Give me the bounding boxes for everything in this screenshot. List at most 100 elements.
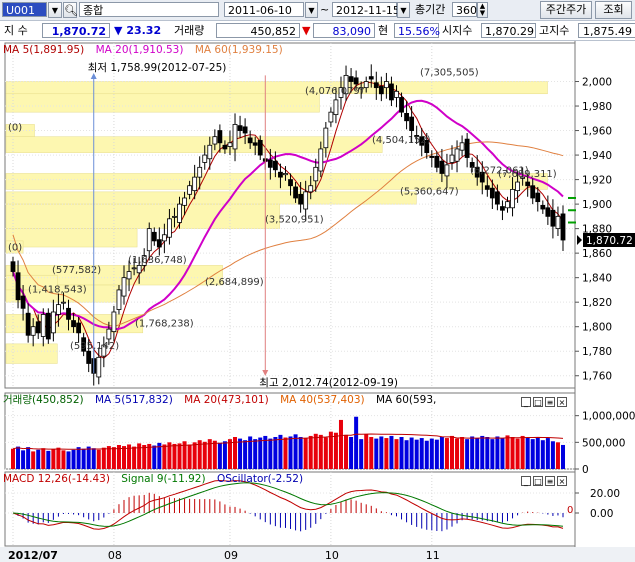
volume-bar: [561, 444, 565, 469]
volume-bar: [61, 450, 66, 469]
legend-volume: 거래량(450,852): [3, 394, 84, 406]
volume-value: 450,852: [216, 23, 300, 38]
index-name-field[interactable]: 종합: [79, 2, 219, 17]
volume-bar: [56, 447, 61, 469]
volume-bar: [152, 445, 157, 469]
volume-bar: [212, 440, 217, 469]
query-button[interactable]: 조회: [595, 1, 632, 19]
candle-body: [500, 206, 505, 211]
candle-body: [308, 185, 314, 193]
legend-signal: Signal 9(-11.92): [121, 473, 206, 485]
search-button[interactable]: 🔍︎: [63, 2, 78, 18]
y-tick-label: 1,780: [582, 346, 612, 358]
candle-body: [217, 130, 223, 144]
date-to-dropdown[interactable]: ▼: [397, 2, 410, 18]
candle-body: [293, 186, 298, 199]
volume-profile-label: (0): [8, 243, 22, 254]
volume-bar: [404, 440, 409, 469]
y-tick-label: 1,920: [582, 175, 612, 187]
volume-bar: [172, 443, 177, 469]
candle-body: [303, 191, 309, 210]
candle-body: [35, 321, 41, 334]
candle-body: [313, 166, 319, 182]
volume-bar: [16, 446, 21, 469]
settings-icon[interactable]: ≡: [545, 397, 555, 407]
volume-bar: [202, 441, 207, 469]
volume-bar: [96, 449, 101, 469]
candle-body: [121, 277, 127, 297]
volume-bar: [364, 434, 369, 469]
candle-body: [71, 320, 76, 328]
minimize-icon[interactable]: _: [521, 476, 531, 486]
candle-body: [187, 185, 193, 195]
legend-vol-ma60: MA 60(593,: [375, 394, 437, 406]
quote-bar: 지 수 1,870.72 ▼ 23.32 거래량 450,852 ▼ 83,09…: [0, 21, 635, 41]
volume-profile-band: [5, 343, 58, 364]
candle-body: [439, 160, 445, 174]
y-tick-label: 1,860: [582, 248, 612, 260]
weekly-price-button[interactable]: 주간주가: [540, 1, 592, 19]
close-icon[interactable]: ×: [557, 397, 567, 407]
candle-body: [555, 215, 561, 230]
close-icon[interactable]: ×: [557, 476, 567, 486]
date-from-dropdown[interactable]: ▼: [305, 2, 318, 18]
candle-body: [192, 176, 198, 192]
candle-body: [45, 312, 51, 340]
volume-bar: [192, 442, 197, 469]
volume-bar: [303, 438, 308, 469]
y-tick-label: 0: [582, 464, 589, 476]
minimize-icon[interactable]: _: [521, 397, 531, 407]
volume-bar: [293, 434, 298, 469]
volume-bar: [449, 435, 454, 469]
current-price-label: 1,870.72: [586, 235, 633, 247]
y-tick-label: 1,940: [582, 150, 612, 162]
code-dropdown-button[interactable]: ▼: [48, 2, 62, 18]
candle-body: [495, 191, 500, 205]
restore-icon[interactable]: □: [533, 476, 543, 486]
y-tick-label: 1,900: [582, 199, 612, 211]
candle-body: [318, 148, 324, 172]
candle-body: [283, 173, 288, 176]
restore-icon[interactable]: □: [533, 397, 543, 407]
volume-bar: [389, 435, 394, 469]
volume-bar: [465, 439, 470, 469]
period-input[interactable]: 360: [452, 2, 477, 17]
volume-bar: [283, 437, 288, 469]
volume-bar: [480, 435, 485, 469]
settings-icon[interactable]: ≡: [545, 476, 555, 486]
volume-bar: [485, 437, 490, 469]
volume-profile-label: (4,076,079): [305, 86, 364, 97]
volume-bar: [122, 446, 127, 469]
high-value: 1,875.49: [578, 23, 635, 38]
volume-bar: [11, 448, 15, 469]
candle-body: [525, 181, 531, 187]
volume-profile-label: (595,142): [70, 341, 119, 352]
candle-body: [550, 209, 556, 227]
volume-bar: [490, 439, 495, 469]
amount-unit: 현: [378, 24, 389, 37]
candle-body: [182, 197, 187, 206]
candle-body: [489, 187, 495, 199]
candle-body: [510, 188, 515, 209]
volume-bar: [71, 449, 76, 469]
volume-bar: [91, 448, 96, 469]
volume-down-icon: ▼: [302, 24, 311, 37]
volume-profile-band: [5, 173, 548, 190]
period-stepper[interactable]: ▲ ▼: [477, 2, 488, 18]
volume-profile-label: (1,636,748): [128, 255, 187, 266]
volume-bar: [338, 419, 343, 469]
index-code-input[interactable]: U001: [2, 2, 47, 17]
volume-profile-label: (4,504,152): [372, 135, 431, 146]
volume-bar: [444, 438, 449, 469]
y-tick-label: 2,000: [582, 77, 612, 89]
volume-bar: [510, 437, 515, 469]
volume-bar: [328, 431, 333, 469]
date-to-field[interactable]: 2012-11-15: [332, 2, 400, 17]
date-from-field[interactable]: 2011-06-10: [224, 2, 304, 17]
volume-bar: [349, 437, 354, 469]
volume-bar: [439, 437, 444, 469]
volume-bar: [46, 450, 51, 469]
candle-body: [328, 111, 334, 123]
volume-bar: [36, 449, 41, 469]
candle-body: [373, 82, 379, 89]
